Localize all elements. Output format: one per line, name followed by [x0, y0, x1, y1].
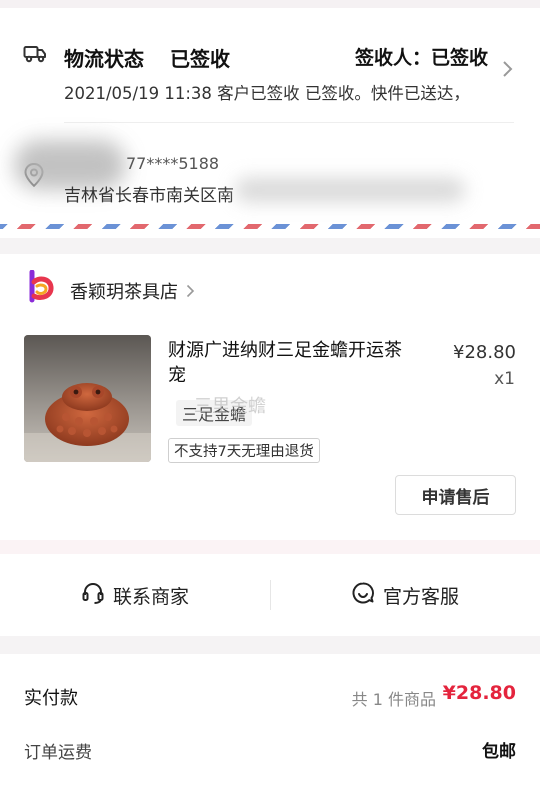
chevron-right-icon[interactable] [186, 283, 195, 302]
official-service-label: 官方客服 [382, 585, 459, 608]
shop-name[interactable]: 香颖玥茶具店 [70, 278, 178, 304]
contact-bar: 联系商家 官方客服 [0, 554, 540, 636]
after-sale-button[interactable]: 申请售后 [395, 475, 516, 515]
product-quantity: x1 [494, 369, 515, 389]
chevron-right-icon[interactable] [502, 60, 514, 82]
item-count: 共 1 件商品 [351, 690, 436, 709]
logistics-title: 物流状态 [64, 47, 144, 71]
contact-merchant-label: 联系商家 [112, 585, 189, 608]
logistics-address-card[interactable]: 物流状态 已签收 签收人：已签收 2021/05/19 11:38 客户已签收 … [0, 0, 540, 238]
watermark: 三里金蟾 [194, 396, 266, 417]
divider [64, 122, 514, 123]
product-image[interactable] [24, 335, 151, 462]
logistics-detail: 2021/05/19 11:38 客户已签收 已签收。快件已送达， [64, 84, 470, 103]
logistics-status: 已签收 [170, 47, 230, 71]
official-service-button[interactable]: 官方客服 [270, 554, 540, 636]
payment-summary: 实付款 共 1 件商品 ¥28.80 订单运费 包邮 [0, 654, 540, 802]
contact-merchant-button[interactable]: 联系商家 [0, 554, 270, 636]
section-gap [0, 540, 540, 554]
redaction-blur [235, 178, 465, 202]
product-price: ¥28.80 [453, 342, 516, 363]
chat-smile-icon [351, 581, 383, 610]
recipient-address: 吉林省长春市南关区南 [64, 186, 234, 206]
paid-label: 实付款 [24, 688, 78, 709]
product-title[interactable]: 财源广进纳财三足金蟾开运茶宠 [168, 338, 418, 388]
truck-icon [23, 44, 47, 68]
shipping-label: 订单运费 [24, 743, 92, 763]
signer-label: 签收人：已签收 [354, 47, 488, 69]
recipient-phone: 77****5188 [126, 154, 220, 173]
order-product-card: 香颖玥茶具店 财源广进纳财三足金蟾开运茶宠 三足金蟾 三里金蟾 不支持7天无理由… [0, 254, 540, 540]
shop-logo-icon[interactable] [28, 269, 56, 308]
airmail-border [0, 224, 540, 229]
top-edge [0, 0, 540, 8]
total-amount: ¥28.80 [442, 682, 516, 704]
headset-icon [81, 581, 113, 610]
shipping-value: 包邮 [482, 742, 516, 762]
return-policy-tag: 不支持7天无理由退货 [168, 438, 320, 463]
